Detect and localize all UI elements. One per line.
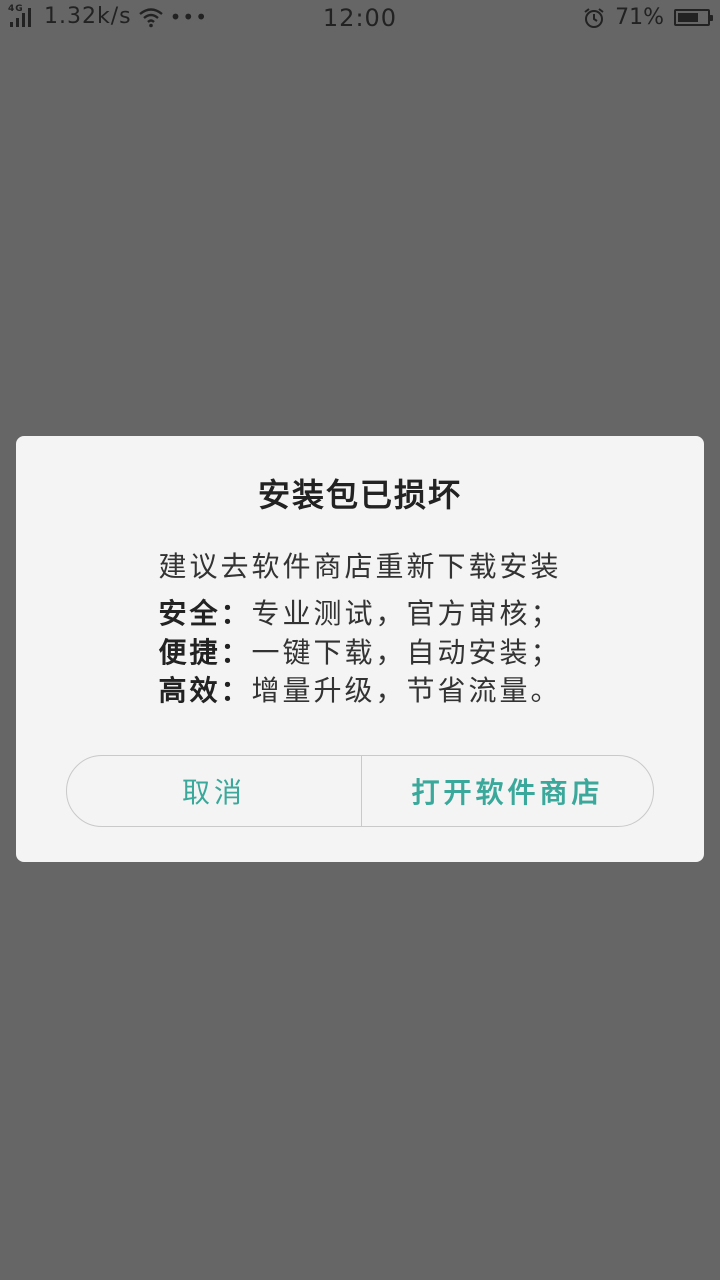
feature-efficient: 高效：增量升级，节省流量。: [0, 669, 720, 709]
feature-convenient: 便捷：一键下载，自动安装；: [0, 631, 720, 671]
cancel-button[interactable]: 取消: [67, 756, 361, 826]
battery-icon: [674, 9, 713, 26]
feature-label: 安全：: [158, 597, 252, 630]
dialog-buttons: 取消 打开软件商店: [66, 755, 654, 827]
feature-label: 便捷：: [158, 636, 252, 669]
open-store-button[interactable]: 打开软件商店: [362, 756, 653, 826]
feature-text: 增量升级，节省流量。: [251, 674, 562, 707]
status-bar-right: 71%: [583, 5, 713, 30]
dialog-subtitle: 建议去软件商店重新下载安装: [158, 550, 562, 583]
battery-fill: [678, 13, 698, 22]
battery-percent: 71%: [615, 5, 664, 30]
feature-label: 高效：: [158, 674, 252, 707]
feature-safe: 安全：专业测试，官方审核；: [0, 592, 720, 632]
dialog-title: 安装包已损坏: [257, 476, 462, 514]
feature-text: 专业测试，官方审核；: [251, 597, 562, 630]
alarm-icon: [584, 7, 604, 28]
status-bar: 4G 1.32k/s ••• 12:00 71%: [0, 0, 720, 36]
feature-text: 一键下载，自动安装；: [251, 636, 562, 669]
